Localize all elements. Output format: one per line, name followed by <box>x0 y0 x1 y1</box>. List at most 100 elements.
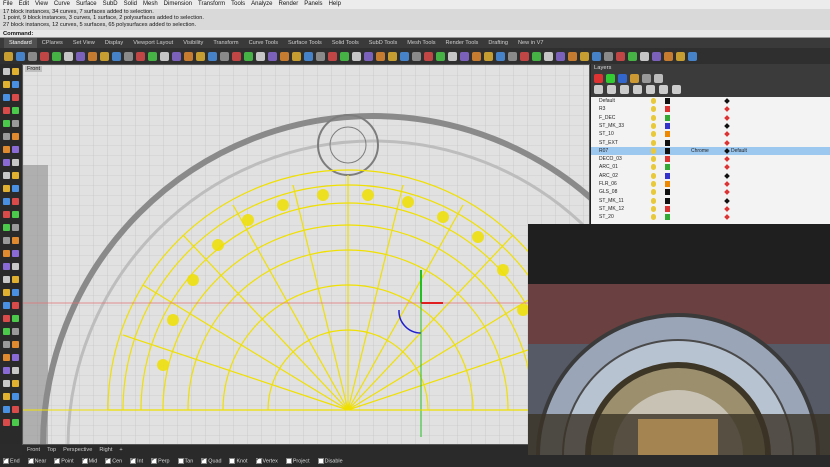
palette-tool-icon[interactable] <box>12 237 19 244</box>
palette-tool-icon[interactable] <box>3 159 10 166</box>
layer-linetype-icon[interactable] <box>724 131 730 138</box>
layer-color-swatch[interactable] <box>665 197 670 204</box>
layer-visibility-icon[interactable] <box>651 214 656 221</box>
osnap-tan[interactable]: Tan <box>177 457 193 464</box>
toolbar-button-icon[interactable] <box>592 51 601 61</box>
palette-tool-icon[interactable] <box>12 224 19 231</box>
tab-standard[interactable]: Standard <box>4 38 37 48</box>
menu-item-tools[interactable]: Tools <box>231 0 245 9</box>
menu-item-edit[interactable]: Edit <box>19 0 29 9</box>
palette-tool-icon[interactable] <box>12 393 19 400</box>
toolbar-button-icon[interactable] <box>76 51 85 61</box>
tool-icon[interactable] <box>594 85 603 94</box>
tab-set-view[interactable]: Set View <box>68 38 100 48</box>
palette-tool-icon[interactable] <box>3 94 10 101</box>
layer-visibility-icon[interactable] <box>651 106 656 113</box>
toolbar-button-icon[interactable] <box>484 51 493 61</box>
toolbar-button-icon[interactable] <box>280 51 289 61</box>
move-down-icon[interactable] <box>642 74 651 83</box>
toolbar-button-icon[interactable] <box>124 51 133 61</box>
layer-row[interactable]: DECO_03 <box>591 155 830 163</box>
layer-visibility-icon[interactable] <box>651 181 656 187</box>
toolbar-button-icon[interactable] <box>472 51 481 61</box>
tab-mesh-tools[interactable]: Mesh Tools <box>402 38 440 48</box>
toolbar-button-icon[interactable] <box>208 51 217 61</box>
layer-linetype-icon[interactable] <box>724 172 730 179</box>
menu-item-mesh[interactable]: Mesh <box>143 0 158 9</box>
checkbox-icon[interactable] <box>317 457 324 464</box>
command-prompt[interactable]: Command: <box>0 30 830 38</box>
layer-linetype-icon[interactable] <box>724 197 730 204</box>
palette-tool-icon[interactable] <box>3 289 10 296</box>
toolbar-button-icon[interactable] <box>448 51 457 61</box>
tool-icon[interactable] <box>633 85 642 94</box>
layer-linetype-icon[interactable] <box>724 181 730 187</box>
layer-color-swatch[interactable] <box>665 181 670 187</box>
layer-row[interactable]: ST_10 <box>591 130 830 138</box>
layer-visibility-icon[interactable] <box>651 114 656 121</box>
checkbox-icon[interactable] <box>229 457 236 464</box>
toolbar-button-icon[interactable] <box>148 51 157 61</box>
toolbar-button-icon[interactable] <box>172 51 181 61</box>
osnap-perp[interactable]: Perp <box>151 456 170 464</box>
toolbar-button-icon[interactable] <box>160 51 169 61</box>
menu-item-dimension[interactable]: Dimension <box>164 0 192 9</box>
menu-item-file[interactable]: File <box>3 0 13 9</box>
layer-visibility-icon[interactable] <box>651 164 656 171</box>
layer-visibility-icon[interactable] <box>651 205 656 212</box>
toolbar-button-icon[interactable] <box>604 51 613 61</box>
toolbar-button-icon[interactable] <box>616 51 625 61</box>
menu-item-transform[interactable]: Transform <box>198 0 225 9</box>
palette-tool-icon[interactable] <box>12 341 19 348</box>
palette-tool-icon[interactable] <box>3 211 10 218</box>
layer-linetype-icon[interactable] <box>724 123 730 129</box>
palette-tool-icon[interactable] <box>12 146 19 153</box>
palette-tool-icon[interactable] <box>3 68 10 75</box>
viewport-tab-perspective[interactable]: Perspective <box>63 447 92 453</box>
palette-tool-icon[interactable] <box>3 250 10 257</box>
toolbar-button-icon[interactable] <box>640 51 649 61</box>
toolbar-button-icon[interactable] <box>220 51 229 61</box>
layer-linetype-icon[interactable] <box>724 147 730 154</box>
palette-tool-icon[interactable] <box>12 315 19 322</box>
palette-tool-icon[interactable] <box>12 133 19 140</box>
tab-cplanes[interactable]: CPlanes <box>37 38 68 48</box>
toolbar-button-icon[interactable] <box>424 51 433 61</box>
layer-color-swatch[interactable] <box>665 156 670 163</box>
osnap-cen[interactable]: Cen <box>105 456 122 464</box>
layer-row[interactable]: FLR_06 <box>591 180 830 188</box>
layer-color-swatch[interactable] <box>665 131 670 138</box>
palette-tool-icon[interactable] <box>3 120 10 127</box>
toolbar-button-icon[interactable] <box>268 51 277 61</box>
palette-tool-icon[interactable] <box>12 198 19 205</box>
tab-curve-tools[interactable]: Curve Tools <box>244 38 283 48</box>
toolbar-button-icon[interactable] <box>436 51 445 61</box>
palette-tool-icon[interactable] <box>3 198 10 205</box>
tool-icon[interactable] <box>646 85 655 94</box>
palette-tool-icon[interactable] <box>3 419 10 426</box>
layer-color-swatch[interactable] <box>665 205 670 212</box>
toolbar-button-icon[interactable] <box>400 51 409 61</box>
tab-visibility[interactable]: Visibility <box>178 38 208 48</box>
menu-item-surface[interactable]: Surface <box>76 0 97 9</box>
layer-row[interactable]: Default <box>591 97 830 105</box>
viewport-tab-add[interactable]: + <box>119 447 122 453</box>
layer-row[interactable]: ARC_01 <box>591 163 830 171</box>
toolbar-button-icon[interactable] <box>388 51 397 61</box>
move-up-icon[interactable] <box>630 74 639 83</box>
toolbar-button-icon[interactable] <box>544 51 553 61</box>
tab-solid-tools[interactable]: Solid Tools <box>327 38 364 48</box>
menu-item-analyze[interactable]: Analyze <box>251 0 272 9</box>
toolbar-button-icon[interactable] <box>340 51 349 61</box>
menu-item-subd[interactable]: SubD <box>103 0 118 9</box>
menu-item-curve[interactable]: Curve <box>54 0 70 9</box>
palette-tool-icon[interactable] <box>3 328 10 335</box>
layer-print-color[interactable]: Default <box>731 147 747 155</box>
layer-linetype-icon[interactable] <box>724 98 730 104</box>
toolbar-button-icon[interactable] <box>304 51 313 61</box>
layer-color-swatch[interactable] <box>665 114 670 121</box>
palette-tool-icon[interactable] <box>12 276 19 283</box>
menu-item-view[interactable]: View <box>35 0 48 9</box>
palette-tool-icon[interactable] <box>12 406 19 413</box>
layer-material[interactable]: Chrome <box>691 147 709 155</box>
